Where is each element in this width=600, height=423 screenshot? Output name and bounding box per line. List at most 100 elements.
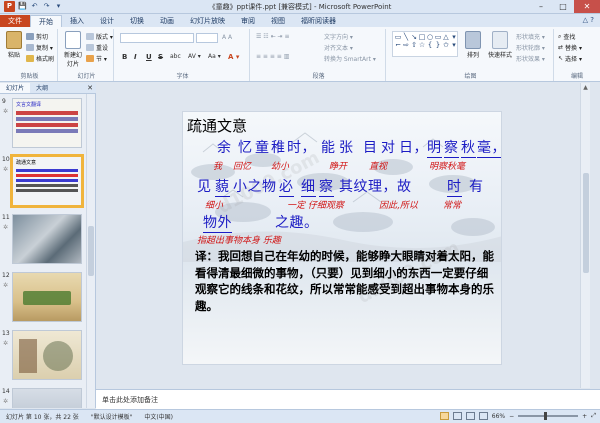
thumbnail-slide-14[interactable]: 14 ✲: [0, 386, 86, 408]
shape-rect-icon[interactable]: ▭: [394, 33, 402, 41]
zoom-slider[interactable]: [518, 412, 579, 420]
shape-star2-icon[interactable]: ✩: [442, 41, 450, 49]
tab-design[interactable]: 设计: [92, 15, 122, 27]
shape-square-icon[interactable]: □: [418, 33, 426, 41]
change-case-button[interactable]: Aa ▾: [208, 53, 221, 60]
font-size-input[interactable]: [196, 33, 218, 43]
shape-more-icon[interactable]: ▾: [450, 33, 458, 41]
replace-button[interactable]: ⇄ 替换 ▾: [558, 43, 582, 52]
redo-icon[interactable]: ↷: [42, 2, 51, 11]
font-color-button[interactable]: A ▾: [228, 53, 239, 61]
thumbnail-slide-13[interactable]: 13 ✲: [0, 328, 86, 384]
shape-arrow3-icon[interactable]: ⇧: [410, 41, 418, 49]
tab-file[interactable]: 文件: [0, 15, 30, 27]
tab-slideshow[interactable]: 幻灯片放映: [182, 15, 233, 27]
shape-bracket-icon[interactable]: ⌐: [394, 41, 402, 49]
tab-transitions[interactable]: 切换: [122, 15, 152, 27]
align-text-button[interactable]: 对齐文本 ▾: [324, 43, 353, 52]
zoom-level[interactable]: 66%: [492, 413, 505, 420]
reading-view-icon[interactable]: [465, 412, 475, 420]
help-icon[interactable]: △ ?: [583, 16, 594, 24]
thumbnail-slide-9[interactable]: 9 ✲ 文言文翻译: [0, 96, 86, 152]
scrollbar-thumb[interactable]: [88, 226, 94, 276]
shadow-button[interactable]: abc: [170, 53, 181, 60]
close-button[interactable]: ✕: [574, 0, 600, 13]
thumbnail-scrollbar[interactable]: [86, 94, 95, 408]
shape-brace-icon[interactable]: {: [426, 41, 434, 49]
shape-arrow2-icon[interactable]: ⇨: [402, 41, 410, 49]
scroll-up-icon[interactable]: ▲: [581, 83, 590, 93]
paste-button[interactable]: 粘贴: [3, 31, 25, 59]
slide-sorter-view-icon[interactable]: [452, 412, 462, 420]
char-spacing-button[interactable]: AV ▾: [188, 53, 201, 60]
thumbnail-slide-11[interactable]: 11 ✲: [0, 212, 86, 268]
save-icon[interactable]: 💾: [18, 2, 27, 11]
text-direction-button[interactable]: 文字方向 ▾: [324, 32, 353, 41]
thumbnail-slide-12[interactable]: 12 ✲: [0, 270, 86, 326]
smartart-button[interactable]: 转换为 SmartArt ▾: [324, 54, 376, 63]
shape-oval-icon[interactable]: ○: [426, 33, 434, 41]
thumbnail-slide-10[interactable]: 10 ✲ 疏通文意: [0, 154, 86, 210]
copy-button[interactable]: 复制 ▾: [26, 43, 53, 52]
editor-scrollbar[interactable]: ▲: [580, 83, 590, 388]
grow-shrink-font-icon[interactable]: A A: [222, 34, 232, 41]
shape-arrow-icon[interactable]: ↘: [410, 33, 418, 41]
replace-label: 替换 ▾: [565, 45, 582, 52]
select-button[interactable]: ↖ 选择 ▾: [558, 54, 582, 63]
shape-fill-button[interactable]: 形状填充 ▾: [516, 32, 545, 41]
bold-button[interactable]: B: [122, 53, 127, 61]
cut-button[interactable]: 剪切: [26, 32, 48, 41]
arrange-button[interactable]: 排列: [462, 31, 484, 59]
notes-pane[interactable]: 单击此处添加备注: [96, 389, 600, 409]
current-slide[interactable]: d1000.com d1000.com 疏通文意 余 忆 童 稚 时， 能 张 …: [182, 111, 502, 365]
section-button[interactable]: 节 ▾: [86, 54, 107, 63]
tab-insert[interactable]: 插入: [62, 15, 92, 27]
strikethrough-button[interactable]: S: [158, 53, 163, 61]
layout-button[interactable]: 版式 ▾: [86, 32, 113, 41]
zoom-in-button[interactable]: +: [582, 413, 587, 420]
tab-foxit[interactable]: 福昕阅读器: [293, 15, 344, 27]
normal-view-icon[interactable]: [439, 412, 449, 420]
language-status[interactable]: 中文(中国): [138, 412, 179, 421]
zoom-slider-thumb[interactable]: [544, 412, 548, 420]
scrollbar-thumb[interactable]: [583, 173, 589, 273]
shape-line-icon[interactable]: ╲: [402, 33, 410, 41]
slideshow-view-icon[interactable]: [478, 412, 488, 420]
bullets-icon[interactable]: ☰ ☷ ⇤ ⇥ ≡: [256, 33, 289, 40]
underline-button[interactable]: U: [146, 53, 152, 61]
shape-scroll-icon[interactable]: ▾: [450, 41, 458, 49]
font-name-input[interactable]: [120, 33, 194, 43]
ribbon: 粘贴 剪切 复制 ▾ 格式刷 剪贴板 新建幻灯片 版式 ▾ 重设 节 ▾ 幻灯片…: [0, 27, 600, 82]
replace-icon: ⇄: [558, 44, 564, 51]
tab-slides-pane[interactable]: 幻灯片: [0, 83, 31, 93]
shape-outline-button[interactable]: 形状轮廓 ▾: [516, 43, 545, 52]
undo-icon[interactable]: ↶: [30, 2, 39, 11]
new-slide-button[interactable]: 新建幻灯片: [62, 31, 84, 68]
zoom-out-button[interactable]: −: [509, 413, 514, 420]
italic-button[interactable]: I: [134, 53, 137, 61]
maximize-button[interactable]: □: [552, 0, 574, 13]
tab-outline-pane[interactable]: 大纲: [30, 83, 54, 93]
tab-view[interactable]: 视图: [263, 15, 293, 27]
shape-tri-icon[interactable]: △: [442, 33, 450, 41]
shape-star-icon[interactable]: ☆: [418, 41, 426, 49]
find-button[interactable]: ⌕ 查找: [558, 32, 575, 42]
shape-effects-button[interactable]: 形状效果 ▾: [516, 54, 545, 63]
tab-home[interactable]: 开始: [30, 15, 62, 27]
minimize-button[interactable]: –: [530, 0, 552, 13]
quick-styles-button[interactable]: 快速样式: [486, 31, 514, 59]
new-slide-label: 新建幻灯片: [63, 52, 82, 68]
shape-brace2-icon[interactable]: }: [434, 41, 442, 49]
reset-button[interactable]: 重设: [86, 43, 108, 52]
tab-review[interactable]: 审阅: [233, 15, 263, 27]
fit-to-window-icon[interactable]: ⤢: [591, 412, 596, 420]
pane-close-icon[interactable]: ✕: [87, 83, 93, 94]
shape-rect2-icon[interactable]: ▭: [434, 33, 442, 41]
align-icons[interactable]: ≡ ≡ ≡ ≡ ▥: [256, 53, 289, 60]
format-painter-button[interactable]: 格式刷: [26, 54, 54, 63]
paragraph-group-label: 段落: [312, 73, 325, 80]
tab-animations[interactable]: 动画: [152, 15, 182, 27]
customize-qat-icon[interactable]: ▾: [54, 2, 63, 11]
shapes-gallery[interactable]: ▭ ╲ ↘ □ ○ ▭ △ ▾ ⌐ ⇨ ⇧ ☆{} ✩ ▾: [392, 31, 458, 57]
title-bar: P 💾 ↶ ↷ ▾ 《童趣》ppt课件.ppt [兼容模式] - Microso…: [0, 0, 600, 14]
